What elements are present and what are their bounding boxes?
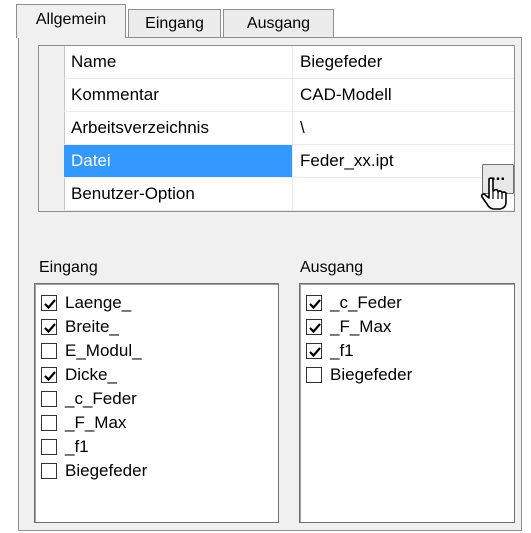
property-name: Datei: [64, 145, 293, 178]
eingang-label: Eingang: [39, 259, 98, 276]
property-row-benutzer-option[interactable]: Benutzer-Option: [64, 178, 514, 211]
row-header-column: [39, 46, 65, 211]
property-name: Benutzer-Option: [64, 178, 293, 211]
checkbox[interactable]: [41, 463, 57, 479]
checkbox[interactable]: [41, 415, 57, 431]
item-label: _c_Feder: [65, 389, 137, 408]
property-value[interactable]: Biegefeder: [293, 46, 514, 79]
ausgang-listbox[interactable]: _c_Feder _F_Max _f1 Biegefeder: [299, 283, 515, 523]
property-name: Name: [64, 46, 293, 79]
item-label: Biegefeder: [65, 461, 148, 480]
checkbox[interactable]: [306, 367, 322, 383]
property-row-datei[interactable]: Datei Feder_xx.ipt: [64, 145, 514, 178]
item-label: Biegefeder: [330, 365, 413, 384]
checkbox[interactable]: [306, 343, 322, 359]
tab-allgemein[interactable]: Allgemein: [16, 4, 126, 38]
property-row-kommentar[interactable]: Kommentar CAD-Modell: [64, 79, 514, 112]
checkbox[interactable]: [306, 319, 322, 335]
checkbox[interactable]: [41, 319, 57, 335]
checkbox[interactable]: [306, 295, 322, 311]
ausgang-label: Ausgang: [300, 259, 364, 276]
property-value[interactable]: Feder_xx.ipt: [293, 145, 514, 178]
tab-eingang[interactable]: Eingang: [128, 9, 221, 37]
property-grid: Name Biegefeder Kommentar CAD-Modell Arb…: [38, 45, 515, 212]
property-value[interactable]: \: [293, 112, 514, 145]
item-label: _F_Max: [330, 317, 392, 336]
property-name: Arbeitsverzeichnis: [64, 112, 293, 145]
checkbox[interactable]: [41, 367, 57, 383]
eingang-listbox[interactable]: Laenge_ Breite_ E_Modul_ Dicke_ _c_Feder…: [34, 283, 279, 523]
property-row-name[interactable]: Name Biegefeder: [64, 46, 514, 79]
checkbox[interactable]: [41, 439, 57, 455]
item-label: _f1: [330, 341, 354, 360]
property-value[interactable]: CAD-Modell: [293, 79, 514, 112]
item-label: E_Modul_: [65, 341, 142, 360]
item-label: _F_Max: [65, 413, 127, 432]
item-label: Breite_: [65, 317, 119, 336]
item-label: Laenge_: [65, 293, 132, 312]
item-label: Dicke_: [65, 365, 117, 384]
property-row-arbeitsverzeichnis[interactable]: Arbeitsverzeichnis \: [64, 112, 514, 145]
checkbox[interactable]: [41, 343, 57, 359]
item-label: _f1: [65, 437, 89, 456]
hand-cursor-icon: [480, 177, 507, 210]
checkbox[interactable]: [41, 391, 57, 407]
item-label: _c_Feder: [330, 293, 402, 312]
checkbox[interactable]: [41, 295, 57, 311]
tab-ausgang[interactable]: Ausgang: [223, 9, 334, 37]
property-name: Kommentar: [64, 79, 293, 112]
